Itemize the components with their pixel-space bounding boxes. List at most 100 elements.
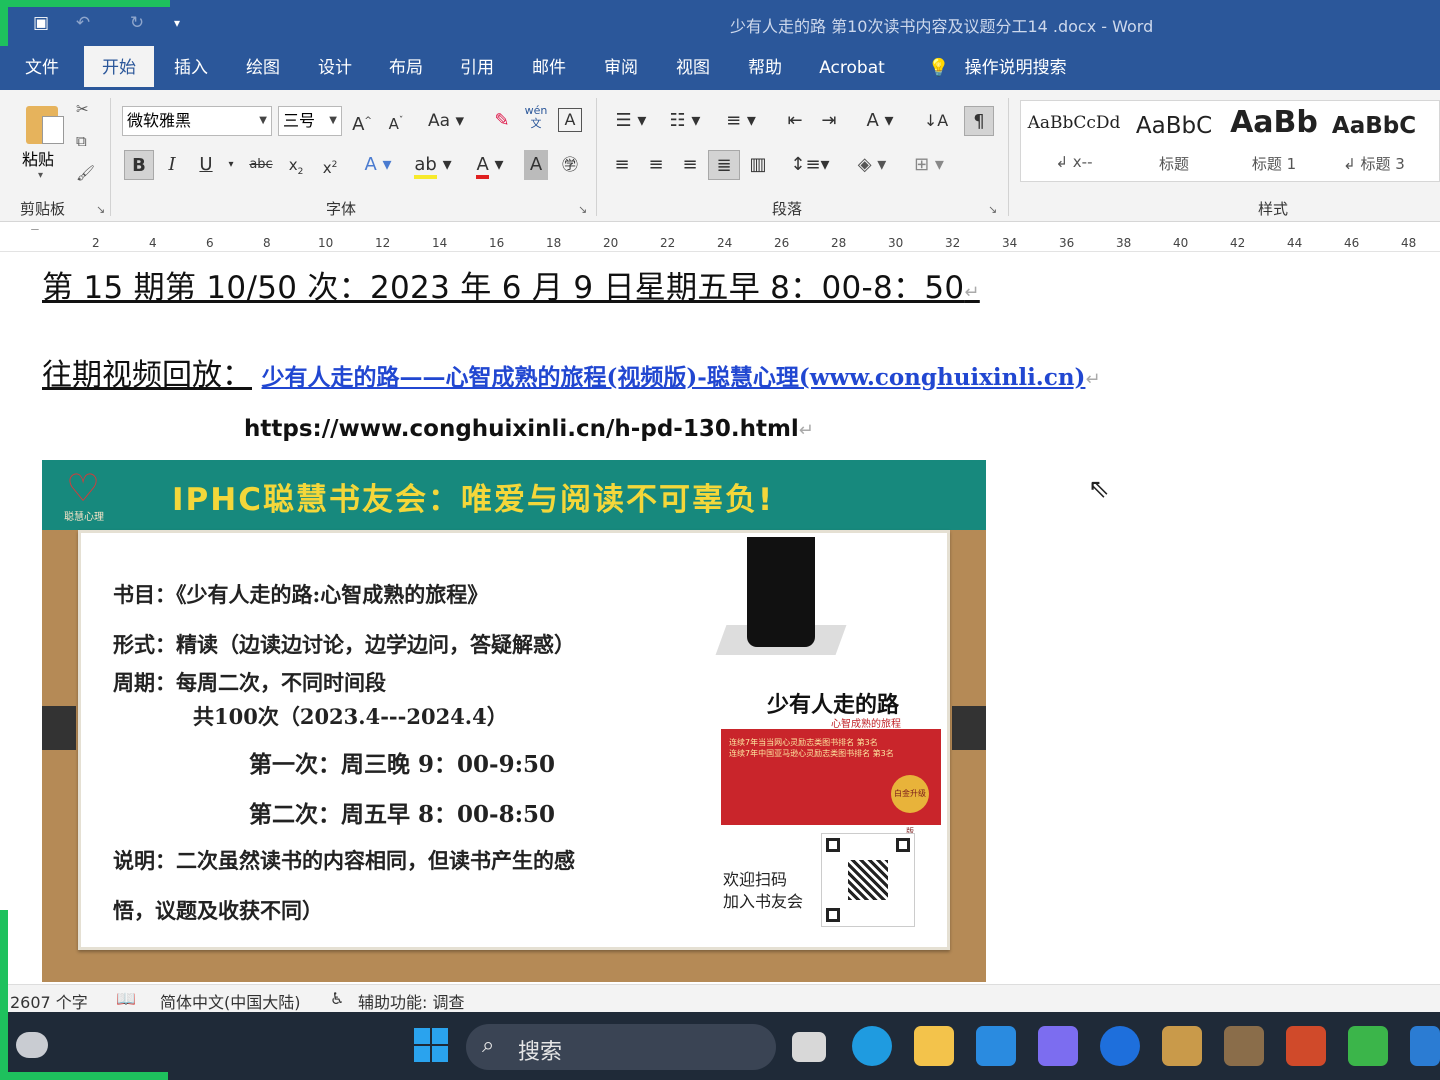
- subscript-button[interactable]: x2: [284, 150, 308, 180]
- text-effects-icon[interactable]: A ▾: [358, 150, 398, 180]
- wechat-icon[interactable]: [1348, 1026, 1388, 1066]
- ruler-tick: 28: [831, 236, 847, 250]
- underline-button[interactable]: U: [194, 150, 218, 180]
- poster-image[interactable]: ♡ 聪慧心理 IPHC聪慧书友会：唯爱与阅读不可辜负! 书目：《少有人走的路:心…: [42, 460, 986, 982]
- tab-design[interactable]: 设计: [310, 46, 360, 90]
- tab-file[interactable]: 文件: [14, 46, 70, 90]
- style-normal[interactable]: AaBbCcDd ↲ x--: [1025, 101, 1123, 181]
- accessibility-status[interactable]: 辅助功能: 调查: [358, 989, 464, 1013]
- underline-dropdown-icon[interactable]: ▾: [224, 150, 238, 180]
- font-size-select[interactable]: 三号 ▼: [278, 106, 342, 136]
- accessibility-icon[interactable]: ♿: [330, 989, 344, 1008]
- clear-formatting-icon[interactable]: ✎: [490, 106, 514, 136]
- start-button[interactable]: [414, 1028, 450, 1064]
- distributed-icon[interactable]: ▥: [744, 150, 772, 180]
- edge-icon[interactable]: [852, 1026, 892, 1066]
- tab-acrobat[interactable]: Acrobat: [812, 46, 892, 90]
- poster-note-line: 说明：二次虽然读书的内容相同，但读书产生的感: [113, 848, 575, 873]
- tab-layout[interactable]: 布局: [381, 46, 431, 90]
- character-border-icon[interactable]: A: [558, 108, 582, 132]
- horizontal-ruler[interactable]: ⧗ 2 4 6 8 10 12 14 16 18 20 22 24 26 28 …: [0, 222, 1440, 252]
- highlight-color-icon[interactable]: ab ▾: [410, 150, 456, 180]
- format-painter-icon[interactable]: 🖌: [76, 164, 95, 182]
- font-launcher-icon[interactable]: ↘: [578, 203, 587, 216]
- ruler-tick: 18: [546, 236, 562, 250]
- phonetic-guide-icon[interactable]: wén 文: [522, 104, 550, 134]
- word-count[interactable]: 2607 个字: [10, 989, 88, 1013]
- character-shading-icon[interactable]: A: [524, 150, 548, 180]
- tab-mailings[interactable]: 邮件: [524, 46, 574, 90]
- copy-icon[interactable]: ⧉: [76, 132, 87, 150]
- show-paragraph-marks-icon[interactable]: ¶: [964, 106, 994, 136]
- save-icon[interactable]: ▣: [28, 10, 54, 36]
- replay-line[interactable]: 往期视频回放： 少有人走的路——心智成熟的旅程(视频版)-聪慧心理(www.co…: [42, 350, 1101, 394]
- multilevel-list-icon[interactable]: ≡ ▾: [718, 106, 764, 136]
- windows-logo-part: [432, 1046, 448, 1062]
- change-case-button[interactable]: Aa ▾: [424, 106, 468, 136]
- line-spacing-icon[interactable]: ↕≡▾: [788, 150, 832, 180]
- bold-button[interactable]: B: [124, 150, 154, 180]
- style-heading-3[interactable]: AaBbC ↲ 标题 3: [1325, 101, 1423, 181]
- borders-icon[interactable]: ⊞ ▾: [906, 150, 952, 180]
- clipboard-launcher-icon[interactable]: ↘: [96, 203, 105, 216]
- bullets-icon[interactable]: ☰ ▾: [608, 106, 654, 136]
- align-right-icon[interactable]: ≡: [676, 150, 704, 180]
- paragraph-mark: ↵: [798, 420, 814, 441]
- tab-help[interactable]: 帮助: [740, 46, 790, 90]
- copilot-icon[interactable]: [1038, 1026, 1078, 1066]
- grow-font-button[interactable]: A^: [350, 106, 374, 136]
- task-view-icon[interactable]: [792, 1032, 826, 1062]
- justify-icon[interactable]: ≣: [708, 150, 740, 180]
- taskbar-search[interactable]: ⌕ 搜索: [466, 1024, 776, 1070]
- tab-draw[interactable]: 绘图: [238, 46, 288, 90]
- tab-review[interactable]: 审阅: [596, 46, 646, 90]
- style-title[interactable]: AaBbC 标题: [1125, 101, 1223, 181]
- cut-icon[interactable]: ✂: [76, 100, 89, 118]
- enclose-characters-icon[interactable]: ㊫: [558, 150, 582, 180]
- word-app-icon[interactable]: [1410, 1026, 1440, 1066]
- tab-home[interactable]: 开始: [84, 46, 154, 90]
- redo-icon[interactable]: ↻: [124, 10, 150, 36]
- shrink-font-button[interactable]: Aˇ: [384, 106, 408, 136]
- paste-button[interactable]: [20, 98, 64, 144]
- numbering-icon[interactable]: ☷ ▾: [662, 106, 708, 136]
- weather-icon[interactable]: [16, 1032, 48, 1058]
- sort-icon[interactable]: ↓A: [922, 106, 950, 136]
- shading-icon[interactable]: ◈ ▾: [850, 150, 894, 180]
- file-explorer-icon[interactable]: [914, 1026, 954, 1066]
- tab-insert[interactable]: 插入: [166, 46, 216, 90]
- qr-corner: [826, 908, 840, 922]
- font-name-select[interactable]: 微软雅黑 ▼: [122, 106, 272, 136]
- customize-quick-access-icon[interactable]: ▾: [164, 10, 190, 36]
- status-bar: 2607 个字 📖 简体中文(中国大陆) ♿ 辅助功能: 调查: [0, 984, 1440, 1012]
- align-center-icon[interactable]: ≡: [642, 150, 670, 180]
- ruler-scale: 2 4 6 8 10 12 14 16 18 20 22 24 26 28 30…: [28, 230, 1440, 250]
- heading-line[interactable]: 第 15 期第 10/50 次：2023 年 6 月 9 日星期五早 8：00-…: [42, 262, 980, 307]
- powerpoint-icon[interactable]: [1286, 1026, 1326, 1066]
- document-canvas[interactable]: 第 15 期第 10/50 次：2023 年 6 月 9 日星期五早 8：00-…: [0, 252, 1440, 984]
- replay-link[interactable]: 少有人走的路——心智成熟的旅程(视频版)-聪慧心理(www.conghuixin…: [262, 364, 1086, 391]
- style-heading-1[interactable]: AaBb 标题 1: [1225, 101, 1323, 181]
- tab-references[interactable]: 引用: [452, 46, 502, 90]
- font-color-icon[interactable]: A ▾: [468, 150, 512, 180]
- tell-me-search[interactable]: 💡 操作说明搜索: [928, 46, 1067, 90]
- superscript-button[interactable]: x2: [318, 150, 342, 180]
- separator: [110, 98, 111, 216]
- search-app-icon[interactable]: [1100, 1026, 1140, 1066]
- paragraph-launcher-icon[interactable]: ↘: [988, 203, 997, 216]
- strikethrough-button[interactable]: abc: [246, 150, 276, 180]
- mail-icon[interactable]: [976, 1026, 1016, 1066]
- language-indicator[interactable]: 简体中文(中国大陆): [160, 989, 301, 1013]
- proofing-icon[interactable]: 📖: [116, 989, 136, 1008]
- library-icon[interactable]: [1162, 1026, 1202, 1066]
- asian-layout-icon[interactable]: A ▾: [858, 106, 902, 136]
- align-left-icon[interactable]: ≡: [608, 150, 636, 180]
- decrease-indent-icon[interactable]: ⇤: [782, 106, 808, 136]
- tab-view[interactable]: 视图: [668, 46, 718, 90]
- url-line[interactable]: https://www.conghuixinli.cn/h-pd-130.htm…: [244, 416, 814, 442]
- increase-indent-icon[interactable]: ⇥: [816, 106, 842, 136]
- dropdown-arrow-icon[interactable]: ▾: [38, 170, 43, 181]
- italic-button[interactable]: I: [160, 150, 184, 180]
- reader-app-icon[interactable]: [1224, 1026, 1264, 1066]
- undo-icon[interactable]: ↶: [70, 10, 96, 36]
